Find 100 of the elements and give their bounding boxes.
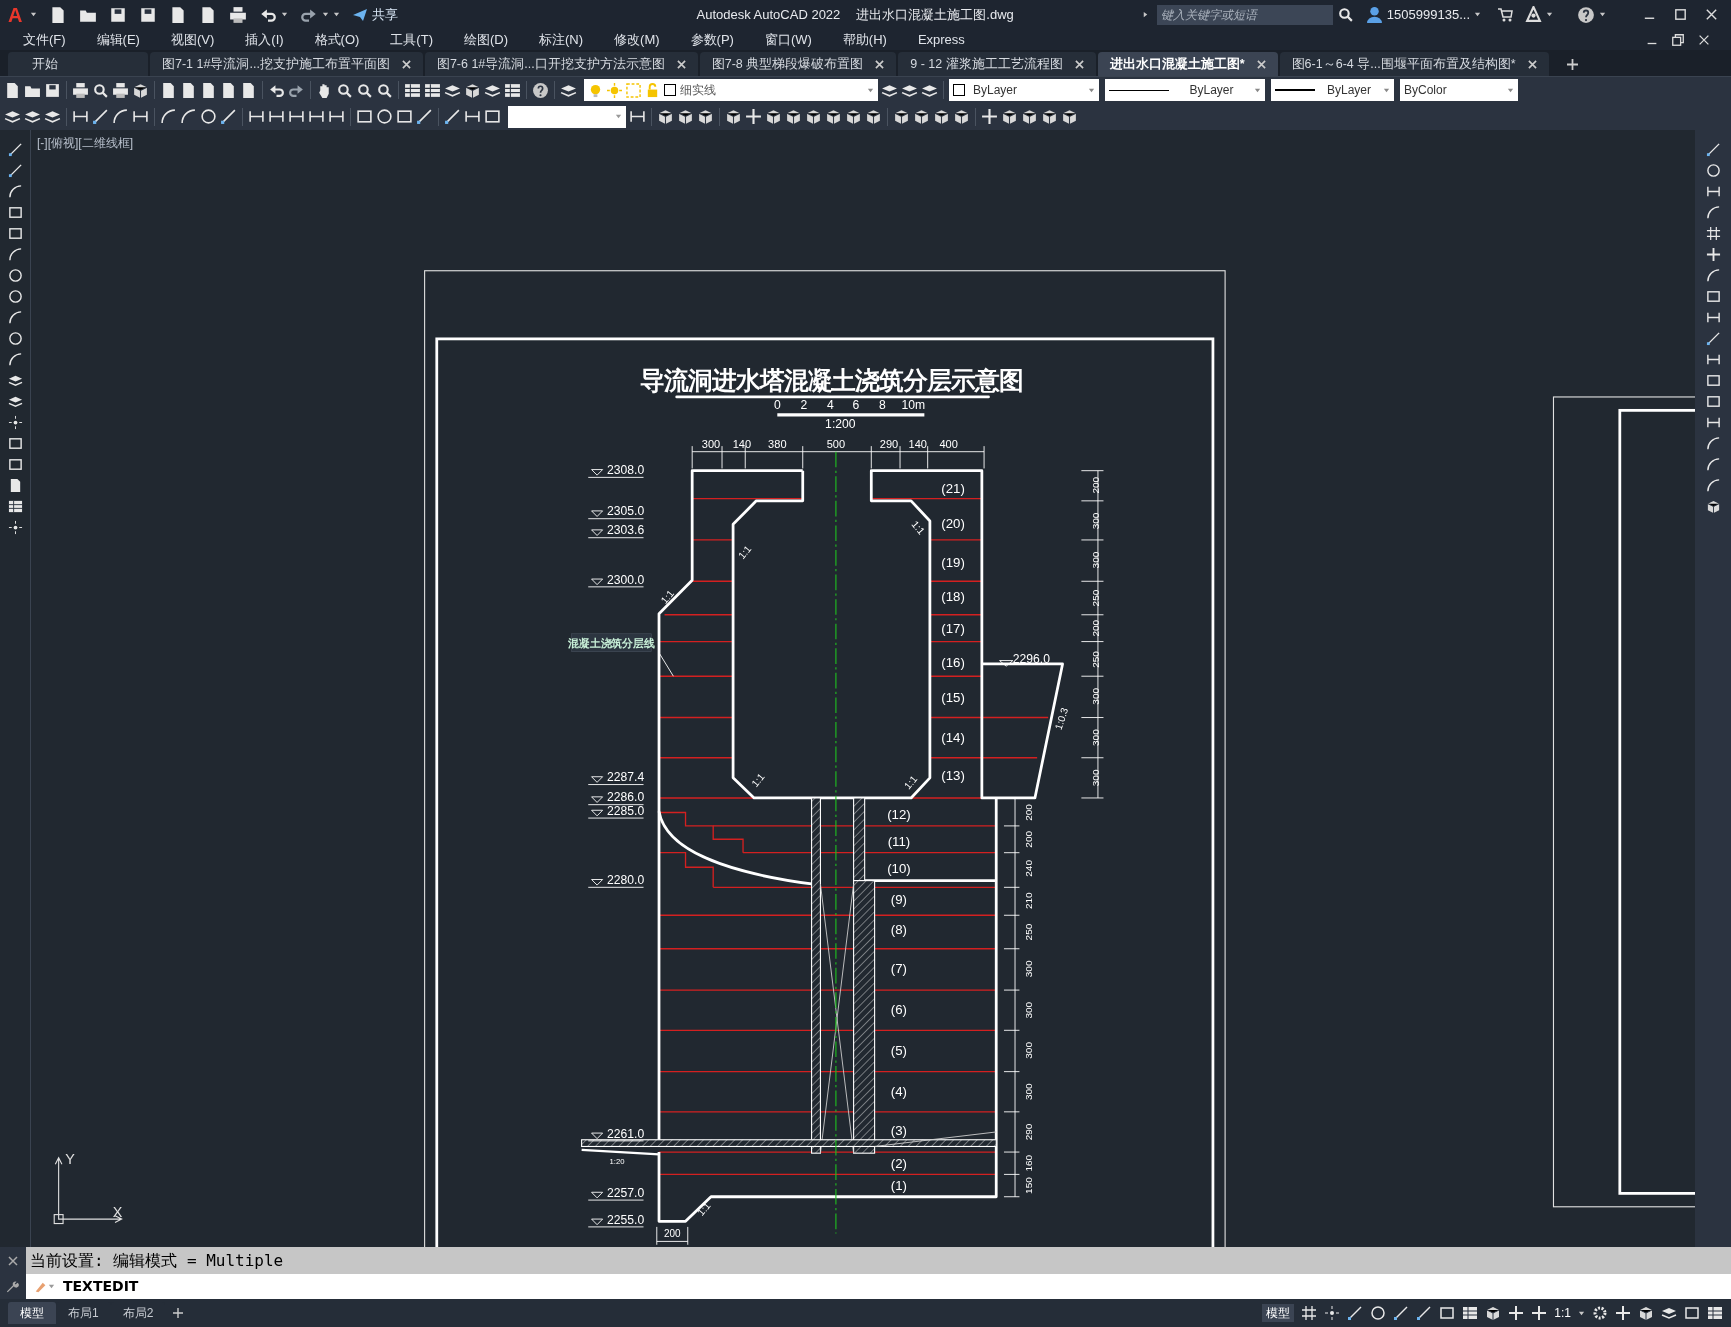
cube-icon[interactable] <box>893 108 910 125</box>
cube-icon[interactable] <box>657 108 674 125</box>
circle-icon[interactable] <box>200 108 217 125</box>
layers-icon[interactable] <box>24 108 41 125</box>
viewport-label[interactable]: [-][俯视][二维线框] <box>37 134 133 152</box>
close-icon[interactable] <box>1704 7 1719 22</box>
layers-icon[interactable] <box>7 373 23 388</box>
caret-icon[interactable] <box>1599 11 1606 18</box>
dimension-icon[interactable] <box>308 108 325 125</box>
move-icon[interactable] <box>981 108 998 125</box>
table-icon[interactable] <box>424 81 441 99</box>
printer-icon[interactable] <box>112 81 129 99</box>
printer-icon[interactable] <box>72 81 89 99</box>
rectangle-icon[interactable] <box>396 108 413 125</box>
document-tab[interactable]: 开始 <box>8 52 148 76</box>
cube-icon[interactable] <box>1001 108 1018 125</box>
menu-item[interactable]: 修改(M) <box>603 29 671 50</box>
move-icon[interactable] <box>1615 1305 1631 1321</box>
save-icon[interactable] <box>139 5 158 24</box>
cube-icon[interactable] <box>805 108 822 125</box>
document-tab[interactable]: 9 - 12 灌浆施工工艺流程图 <box>898 52 1096 76</box>
rectangle-icon[interactable] <box>484 108 501 125</box>
close-icon[interactable] <box>8 1255 18 1266</box>
close-icon[interactable] <box>401 59 411 69</box>
layers-icon[interactable] <box>7 394 23 409</box>
dimension-style-dropdown[interactable] <box>508 105 626 128</box>
file-icon[interactable] <box>180 81 197 99</box>
save-icon[interactable] <box>44 81 61 99</box>
line-icon[interactable] <box>220 108 237 125</box>
line-icon[interactable] <box>92 108 109 125</box>
dimension-icon[interactable] <box>268 108 285 125</box>
cart-icon[interactable] <box>1497 6 1513 23</box>
arc-icon[interactable] <box>7 184 23 199</box>
rectangle-icon[interactable] <box>1705 373 1721 388</box>
file-icon[interactable] <box>160 81 177 99</box>
rectangle-icon[interactable] <box>1705 289 1721 304</box>
table-icon[interactable] <box>1707 1305 1723 1321</box>
point-icon[interactable] <box>7 520 23 535</box>
file-icon[interactable] <box>4 81 21 99</box>
arc-icon[interactable] <box>180 108 197 125</box>
plot-style-dropdown[interactable]: ByColor <box>1400 79 1518 101</box>
cube-icon[interactable] <box>1021 108 1038 125</box>
dimension-icon[interactable] <box>248 108 265 125</box>
zoom-icon[interactable] <box>336 81 353 99</box>
menu-item[interactable]: Express <box>906 29 976 50</box>
arc-icon[interactable] <box>7 310 23 325</box>
cube-icon[interactable] <box>1638 1305 1654 1321</box>
layers-icon[interactable] <box>44 108 61 125</box>
menu-item[interactable]: 格式(O) <box>303 29 371 50</box>
layer-dropdown[interactable]: 细实线 <box>584 79 878 101</box>
line-icon[interactable] <box>7 142 23 157</box>
cube-icon[interactable] <box>1485 1305 1502 1321</box>
zoom-icon[interactable] <box>92 81 109 99</box>
menu-item[interactable]: 绘图(D) <box>452 29 519 50</box>
dimension-icon[interactable] <box>1705 310 1721 325</box>
gear-icon[interactable] <box>1592 1305 1608 1321</box>
menu-item[interactable]: 编辑(E) <box>85 29 151 50</box>
table-icon[interactable] <box>504 81 521 99</box>
zoom-icon[interactable] <box>356 81 373 99</box>
arc-icon[interactable] <box>7 247 23 262</box>
cube-icon[interactable] <box>825 108 842 125</box>
circle-icon[interactable] <box>1370 1305 1387 1321</box>
annotation-scale-button[interactable]: 1:1 <box>1554 1304 1571 1322</box>
arc-icon[interactable] <box>1705 478 1721 493</box>
dimension-icon[interactable] <box>1705 184 1721 199</box>
move-icon[interactable] <box>1508 1305 1525 1321</box>
dimension-icon[interactable] <box>464 108 481 125</box>
grid-icon[interactable] <box>1705 226 1721 241</box>
rectangle-icon[interactable] <box>7 436 23 451</box>
point-icon[interactable] <box>1324 1305 1341 1321</box>
layout-tab[interactable]: 模型 <box>8 1302 56 1324</box>
zoom-icon[interactable] <box>376 81 393 99</box>
caret-icon[interactable] <box>1578 1309 1585 1317</box>
cube-icon[interactable] <box>913 108 930 125</box>
caret-icon[interactable] <box>281 11 289 18</box>
rectangle-icon[interactable] <box>1439 1305 1456 1321</box>
arc-icon[interactable] <box>1705 268 1721 283</box>
line-icon[interactable] <box>416 108 433 125</box>
document-tab[interactable]: 图7-1 1#导流洞...挖支护施工布置平面图 <box>150 52 423 76</box>
dimension-icon[interactable] <box>1705 415 1721 430</box>
circle-icon[interactable] <box>376 108 393 125</box>
circle-icon[interactable] <box>7 331 23 346</box>
close-icon[interactable] <box>1074 59 1084 69</box>
lineweight-dropdown[interactable]: ByLayer <box>1271 79 1394 101</box>
table-icon[interactable] <box>404 81 421 99</box>
share-button[interactable]: 共享 <box>352 4 399 25</box>
cube-icon[interactable] <box>677 108 694 125</box>
close-icon[interactable] <box>1256 59 1266 69</box>
cube-icon[interactable] <box>1041 108 1058 125</box>
line-icon[interactable] <box>7 163 23 178</box>
restore-icon[interactable] <box>1671 32 1685 47</box>
search-field[interactable]: 键入关键字或短语 <box>1156 4 1333 25</box>
rectangle-icon[interactable] <box>7 226 23 241</box>
menu-item[interactable]: 标注(N) <box>528 29 595 50</box>
wrench-icon[interactable] <box>6 1279 20 1294</box>
document-tab[interactable]: 进出水口混凝土施工图* <box>1097 52 1278 76</box>
layers-icon[interactable] <box>4 108 21 125</box>
line-icon[interactable] <box>1705 331 1721 346</box>
dimension-icon[interactable] <box>629 108 646 125</box>
document-tab[interactable]: 图6-1～6-4 导...围堰平面布置及结构图* <box>1279 52 1549 76</box>
